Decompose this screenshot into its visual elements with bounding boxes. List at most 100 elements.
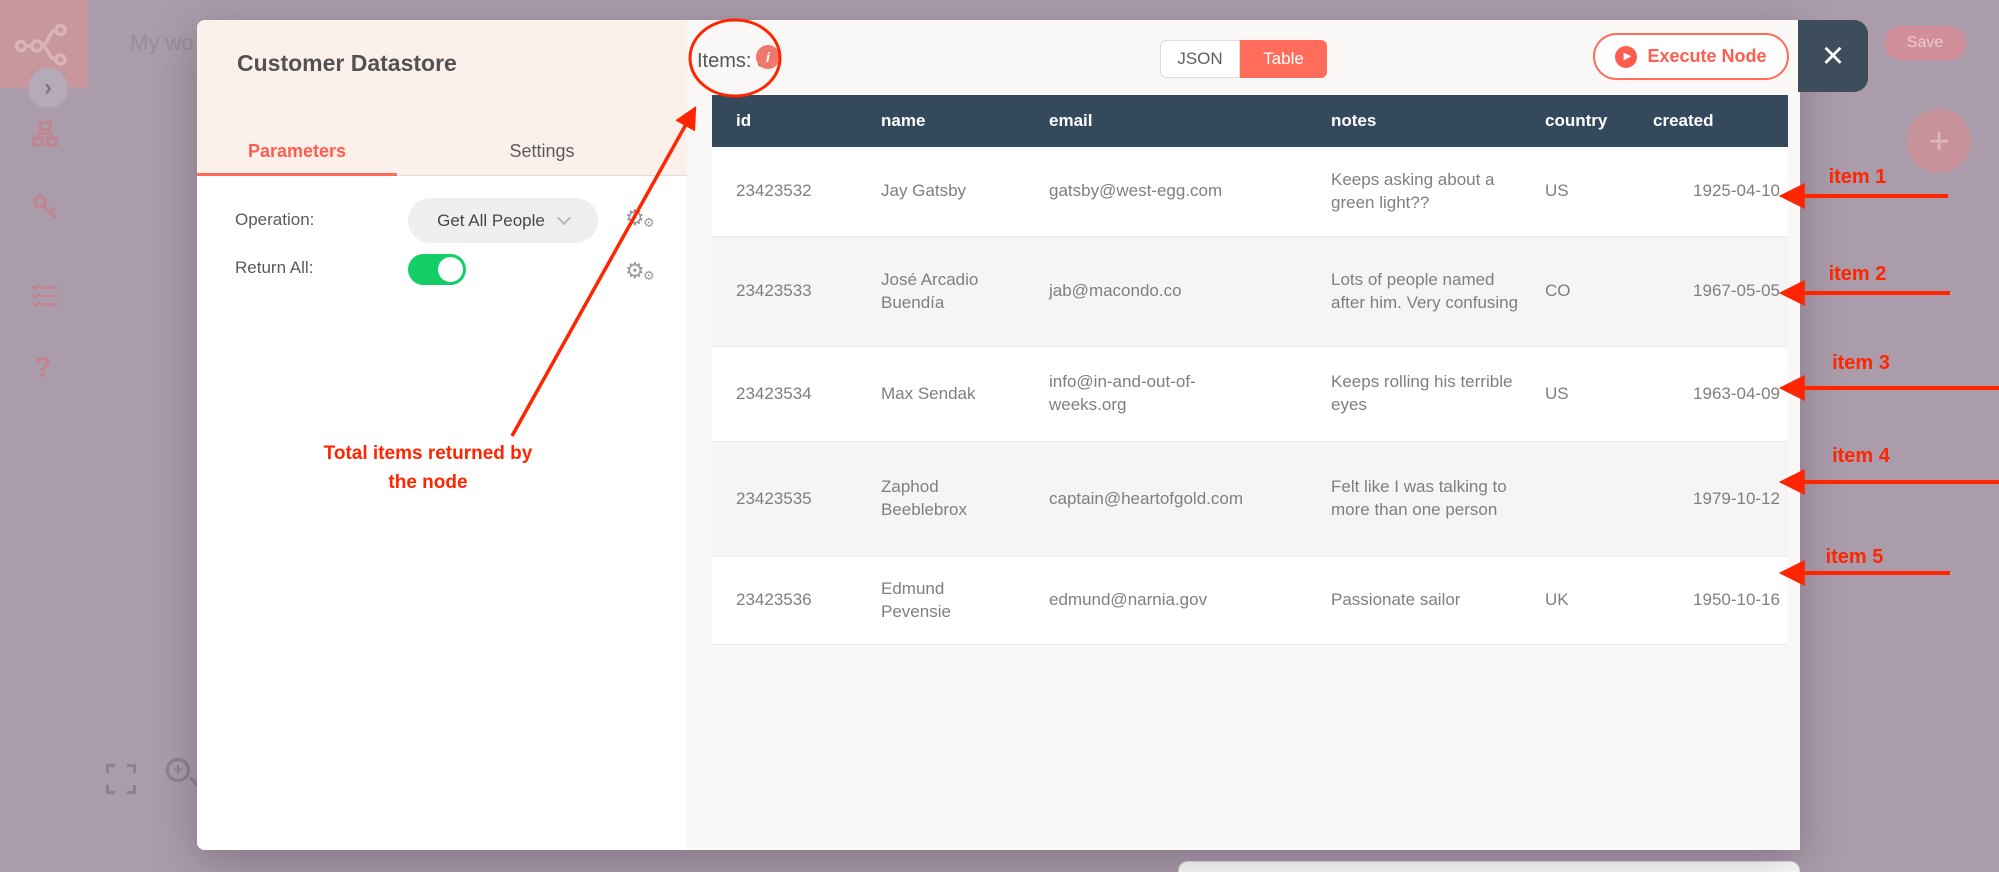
cell-notes: Keeps asking about a green light?? — [1331, 169, 1495, 212]
fit-screen-icon[interactable] — [106, 764, 136, 794]
tab-settings[interactable]: Settings — [397, 141, 687, 162]
cell-id: 23423533 — [736, 281, 812, 301]
cell-notes: Passionate sailor — [1331, 590, 1461, 610]
cell-created: 1979-10-12 — [1693, 488, 1780, 508]
item3-label: item 3 — [1832, 352, 1890, 374]
item5-label: item 5 — [1825, 546, 1884, 568]
n8n-logo-glyph — [14, 23, 67, 66]
cell-id: 23423534 — [736, 383, 812, 403]
executions-checklist-icon[interactable] — [32, 283, 58, 309]
credentials-key-icon[interactable] — [32, 194, 58, 220]
fit-corner — [127, 764, 136, 773]
workflows-sitemap-icon[interactable] — [32, 121, 58, 147]
output-panel: Items: 5 i JSON Table ▶ Execute Node id … — [687, 20, 1800, 850]
fit-corner — [127, 785, 136, 794]
cell-id: 23423536 — [736, 590, 812, 610]
execute-node-label: Execute Node — [1647, 46, 1767, 66]
view-toggle: JSON Table — [1160, 40, 1327, 78]
save-button[interactable]: Save — [1884, 26, 1966, 60]
info-icon[interactable]: i — [756, 45, 780, 69]
execute-node-button[interactable]: ▶ Execute Node — [1593, 33, 1789, 80]
cell-notes: Keeps rolling his terrible eyes — [1331, 372, 1513, 414]
close-modal-button[interactable]: × — [1798, 20, 1868, 92]
zoom-to-fit-plus-button[interactable]: + — [1907, 109, 1971, 173]
item4-label: item 4 — [1832, 445, 1890, 467]
item2-label: item 2 — [1828, 263, 1887, 285]
fit-corner — [106, 764, 115, 773]
save-button-label: Save — [1906, 34, 1944, 51]
cell-name: Max Sendak — [881, 383, 976, 403]
results-table: id name email notes country created 2342… — [712, 95, 1788, 645]
table-row: 23423535 Zaphod Beeblebrox captain@heart… — [712, 442, 1788, 557]
operation-label: Operation: — [235, 210, 315, 229]
fit-corner — [106, 785, 115, 794]
operation-select[interactable]: Get All People — [408, 198, 598, 243]
active-tab-underline — [197, 173, 397, 176]
col-header-email: email — [1049, 110, 1093, 130]
table-row: 23423534 Max Sendak info@in-and-out-of-w… — [712, 347, 1788, 442]
table-row: 23423533 José Arcadio Buendía jab@macond… — [712, 237, 1788, 347]
operation-options-gear-icon[interactable]: ⚙ ⚙ — [625, 205, 659, 235]
info-icon-glyph: i — [766, 49, 770, 65]
cell-id: 23423535 — [736, 488, 812, 508]
col-header-notes: notes — [1331, 110, 1377, 130]
cell-country: US — [1545, 181, 1569, 201]
cell-country: US — [1545, 383, 1569, 403]
table-header-row: id name email notes country created — [712, 95, 1788, 147]
chevron-right-icon: › — [44, 74, 52, 101]
gear-icon: ⚙ — [625, 258, 645, 283]
panel-header: Customer Datastore Parameters Settings — [197, 20, 687, 176]
cell-id: 23423532 — [736, 181, 812, 201]
table-row: 23423532 Jay Gatsby gatsby@west-egg.com … — [712, 147, 1788, 237]
col-header-country: country — [1545, 110, 1608, 130]
n8n-app: { "canvas": { "workflow_title": "My wo",… — [0, 0, 1999, 872]
zoom-plus-glyph: + — [173, 760, 183, 779]
json-view-button[interactable]: JSON — [1160, 40, 1240, 78]
chevron-down-icon — [556, 210, 571, 226]
close-icon: × — [1821, 34, 1845, 77]
zoom-in-lens: + — [166, 758, 190, 782]
return-all-label: Return All: — [235, 258, 314, 277]
plus-icon: + — [1928, 120, 1950, 161]
table-view-button[interactable]: Table — [1240, 40, 1327, 78]
col-header-name: name — [881, 110, 926, 130]
tab-parameters[interactable]: Parameters — [197, 141, 397, 162]
cell-created: 1967-05-05 — [1693, 281, 1780, 301]
gear-icon: ⚙ — [625, 205, 645, 230]
play-icon: ▶ — [1615, 45, 1638, 68]
node-detail-modal: Customer Datastore Parameters Settings O… — [197, 20, 1800, 850]
cell-country: UK — [1545, 590, 1569, 610]
cell-created: 1925-04-10 — [1693, 181, 1780, 201]
toggle-knob — [438, 257, 463, 282]
sidebar-collapse-button[interactable]: › — [28, 68, 68, 108]
bottom-popup-partial — [1178, 861, 1800, 872]
cell-email: edmund@narnia.gov — [1049, 590, 1208, 610]
item1-label: item 1 — [1828, 166, 1887, 188]
return-all-options-gear-icon[interactable]: ⚙ ⚙ — [625, 258, 659, 288]
gear-icon-small: ⚙ — [643, 215, 655, 230]
cell-notes: Felt like I was talking to more than one… — [1331, 477, 1507, 519]
cell-notes: Lots of people named after him. Very con… — [1331, 269, 1519, 312]
table-row: 23423536 Edmund Pevensie edmund@narnia.g… — [712, 557, 1788, 645]
help-question-icon[interactable]: ? — [34, 352, 52, 385]
gear-icon-small: ⚙ — [643, 268, 655, 283]
parameters-panel: Customer Datastore Parameters Settings O… — [197, 20, 687, 850]
node-title: Customer Datastore — [237, 50, 457, 76]
return-all-toggle[interactable] — [408, 254, 466, 285]
cell-name: Zaphod Beeblebrox — [881, 477, 968, 519]
table-body: 23423532 Jay Gatsby gatsby@west-egg.com … — [712, 147, 1788, 645]
cell-email: info@in-and-out-of-weeks.org — [1049, 372, 1196, 414]
cell-name: Jay Gatsby — [881, 181, 967, 201]
play-glyph: ▶ — [1623, 51, 1632, 62]
operation-value: Get All People — [437, 210, 545, 230]
cell-created: 1950-10-16 — [1693, 590, 1780, 610]
cell-created: 1963-04-09 — [1693, 383, 1780, 403]
col-header-id: id — [736, 110, 752, 130]
cell-country: CO — [1545, 281, 1571, 301]
cell-name: José Arcadio Buendía — [881, 269, 979, 312]
workflow-title: My wo — [130, 30, 194, 55]
col-header-created: created — [1653, 110, 1714, 130]
tab-baseline — [397, 175, 687, 176]
cell-email: captain@heartofgold.com — [1049, 488, 1243, 508]
cell-email: gatsby@west-egg.com — [1049, 181, 1223, 201]
